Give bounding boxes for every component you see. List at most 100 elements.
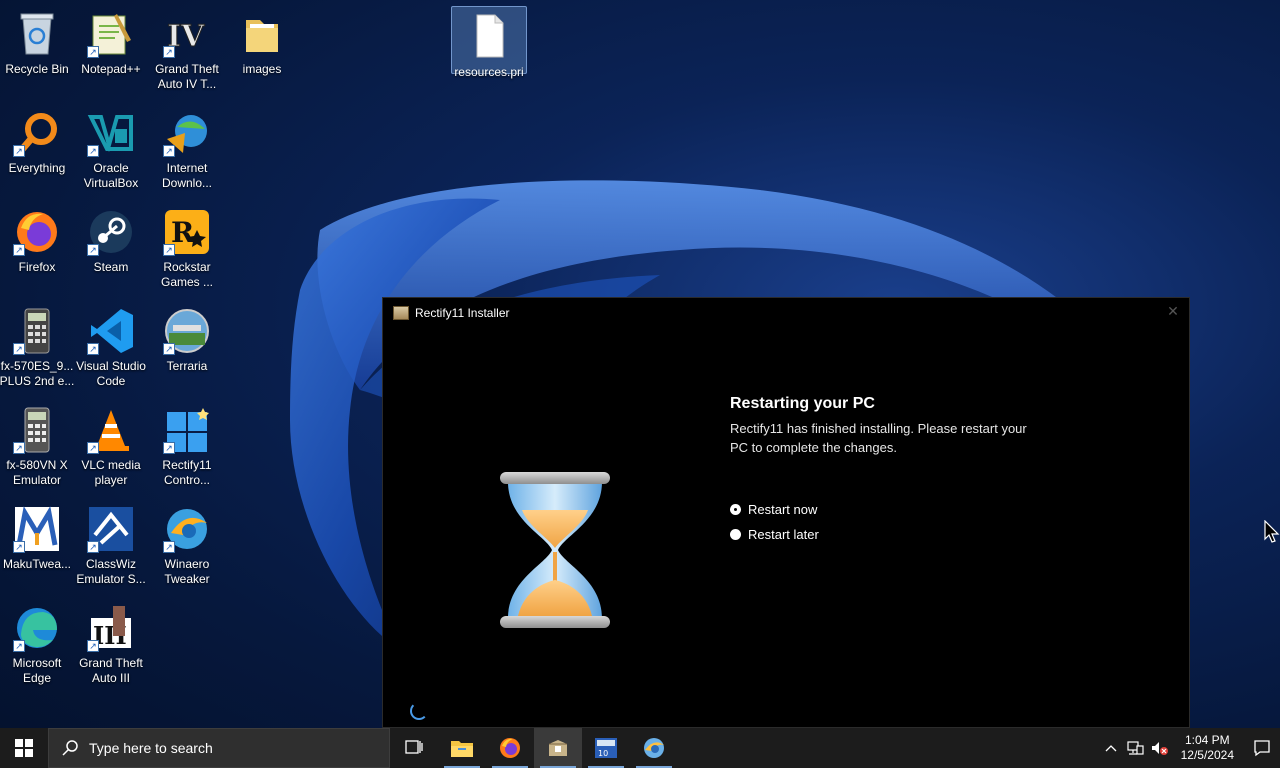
radio-label: Restart later	[748, 527, 819, 542]
windows-logo-icon: ↗	[163, 406, 211, 454]
icon-label: Grand Theft Auto III	[79, 656, 143, 685]
desktop-icon-everything[interactable]: ↗ Everything	[0, 103, 74, 176]
shortcut-arrow-icon: ↗	[13, 640, 25, 652]
taskbar-search-box[interactable]	[48, 728, 390, 768]
shortcut-arrow-icon: ↗	[87, 640, 99, 652]
desktop-icon-classwiz-emulator[interactable]: ↗ ClassWiz Emulator S...	[74, 499, 148, 587]
everything-search-icon: ↗	[13, 109, 61, 157]
desktop-icon-microsoft-edge[interactable]: ↗ Microsoft Edge	[0, 598, 74, 686]
shortcut-arrow-icon: ↗	[163, 442, 175, 454]
system-tray: 1:04 PM 12/5/2024	[1099, 728, 1280, 768]
taskbar-winaero[interactable]	[630, 728, 678, 768]
desktop-icon-vscode[interactable]: ↗ Visual Studio Code	[74, 301, 148, 389]
icon-label: Terraria	[166, 359, 208, 373]
taskbar-calculator-emulator[interactable]: 10	[582, 728, 630, 768]
firefox-icon	[500, 738, 520, 758]
taskbar-rectify11-installer[interactable]	[534, 728, 582, 768]
taskbar-clock[interactable]: 1:04 PM 12/5/2024	[1181, 733, 1234, 763]
desktop-icon-notepad-plus-plus[interactable]: ↗ Notepad++	[74, 4, 148, 77]
desktop-icon-winaero-tweaker[interactable]: ↗ Winaero Tweaker	[150, 499, 224, 587]
search-input[interactable]	[87, 739, 371, 757]
task-view-icon	[405, 740, 423, 754]
desktop-icon-vlc[interactable]: ↗ VLC media player	[74, 400, 148, 488]
shortcut-arrow-icon: ↗	[163, 541, 175, 553]
desktop-icon-fx-580vn[interactable]: ↗ fx-580VN X Emulator	[0, 400, 74, 488]
network-icon	[1127, 741, 1144, 755]
steam-icon: ↗	[87, 208, 135, 256]
desktop-icon-virtualbox[interactable]: ↗ Oracle VirtualBox	[74, 103, 148, 191]
shortcut-arrow-icon: ↗	[163, 46, 175, 58]
shortcut-arrow-icon: ↗	[87, 442, 99, 454]
desktop-icon-images-folder[interactable]: images	[225, 4, 299, 77]
desktop-icon-rockstar-games[interactable]: R ↗ Rockstar Games ...	[150, 202, 224, 290]
desktop-icon-gta-iii[interactable]: III ↗ Grand Theft Auto III	[74, 598, 148, 686]
volume-button[interactable]	[1147, 728, 1171, 768]
recycle-bin-icon	[13, 10, 61, 58]
close-icon: ✕	[1167, 304, 1179, 320]
vlc-cone-icon: ↗	[87, 406, 135, 454]
desktop-icon-steam[interactable]: ↗ Steam	[74, 202, 148, 275]
desktop-file-resources-pri[interactable]: resources.pri	[451, 6, 527, 79]
installer-box-icon	[393, 306, 409, 320]
shortcut-arrow-icon: ↗	[163, 244, 175, 256]
desktop-icon-terraria[interactable]: ↗ Terraria	[150, 301, 224, 374]
rockstar-icon: R ↗	[163, 208, 211, 256]
network-button[interactable]	[1123, 728, 1147, 768]
icon-label: ClassWiz Emulator S...	[76, 557, 146, 586]
icon-label: resources.pri	[454, 65, 524, 79]
folder-icon	[238, 10, 286, 58]
shortcut-arrow-icon: ↗	[13, 244, 25, 256]
icon-label: Recycle Bin	[5, 62, 69, 76]
close-button[interactable]: ✕	[1165, 304, 1181, 320]
shortcut-arrow-icon: ↗	[87, 244, 99, 256]
desktop-icon-firefox[interactable]: ↗ Firefox	[0, 202, 74, 275]
desktop-icons: Recycle Bin ↗ Notepad++ IV ↗ Grand Theft…	[0, 0, 300, 720]
icon-label: MakuTwea...	[2, 557, 72, 571]
desktop-icon-internet-download-manager[interactable]: ↗ Internet Downlo...	[150, 103, 224, 191]
restart-later-radio[interactable]: Restart later	[730, 527, 819, 542]
icon-label: Grand Theft Auto IV T...	[155, 62, 219, 91]
installer-box-icon	[549, 740, 567, 756]
taskbar-file-explorer[interactable]	[438, 728, 486, 768]
winaero-icon	[644, 738, 664, 758]
desktop-icon-rectify11-control[interactable]: ↗ Rectify11 Contro...	[150, 400, 224, 488]
classwiz-icon: ↗	[87, 505, 135, 553]
shortcut-arrow-icon: ↗	[87, 343, 99, 355]
desktop-icon-makutweaker[interactable]: ↗ MakuTwea...	[0, 499, 74, 572]
icon-label: Notepad++	[81, 62, 141, 76]
installer-title: Rectify11 Installer	[415, 306, 510, 320]
globe-download-icon: ↗	[163, 109, 211, 157]
installer-window: Rectify11 Installer ✕ Restarting your PC…	[382, 297, 1190, 728]
hourglass-icon	[500, 472, 610, 628]
mouse-cursor-icon	[1264, 520, 1280, 543]
calculator-emulator-icon: 10	[595, 738, 617, 758]
icon-label: fx-570ES_9... PLUS 2nd e...	[0, 359, 75, 388]
edge-icon: ↗	[13, 604, 61, 652]
terraria-icon: ↗	[163, 307, 211, 355]
task-view-button[interactable]	[390, 728, 438, 768]
search-icon	[62, 740, 78, 756]
notification-center-button[interactable]	[1244, 728, 1280, 768]
calculator-icon: ↗	[13, 406, 61, 454]
gta-iv-icon: IV ↗	[163, 10, 211, 58]
desktop-icon-recycle-bin[interactable]: Recycle Bin	[0, 4, 74, 77]
icon-label: Steam	[93, 260, 129, 274]
desktop-icon-gta-iv[interactable]: IV ↗ Grand Theft Auto IV T...	[150, 4, 224, 92]
clock-time: 1:04 PM	[1184, 733, 1230, 747]
firefox-icon: ↗	[13, 208, 61, 256]
icon-label: images	[242, 62, 282, 76]
show-hidden-icons-button[interactable]	[1099, 728, 1123, 768]
restart-now-radio[interactable]: Restart now	[730, 502, 817, 517]
start-button[interactable]	[0, 728, 48, 768]
desktop-icon-fx-570es[interactable]: ↗ fx-570ES_9... PLUS 2nd e...	[0, 301, 74, 389]
installer-titlebar[interactable]: Rectify11 Installer ✕	[383, 298, 1189, 328]
taskbar-firefox[interactable]	[486, 728, 534, 768]
shortcut-arrow-icon: ↗	[13, 541, 25, 553]
file-icon	[465, 13, 513, 61]
icon-label: Rockstar Games ...	[160, 260, 213, 289]
windows-logo-icon	[15, 739, 33, 757]
virtualbox-icon: ↗	[87, 109, 135, 157]
notification-icon	[1254, 740, 1270, 757]
file-explorer-icon	[451, 741, 473, 757]
icon-label: Visual Studio Code	[76, 359, 146, 388]
